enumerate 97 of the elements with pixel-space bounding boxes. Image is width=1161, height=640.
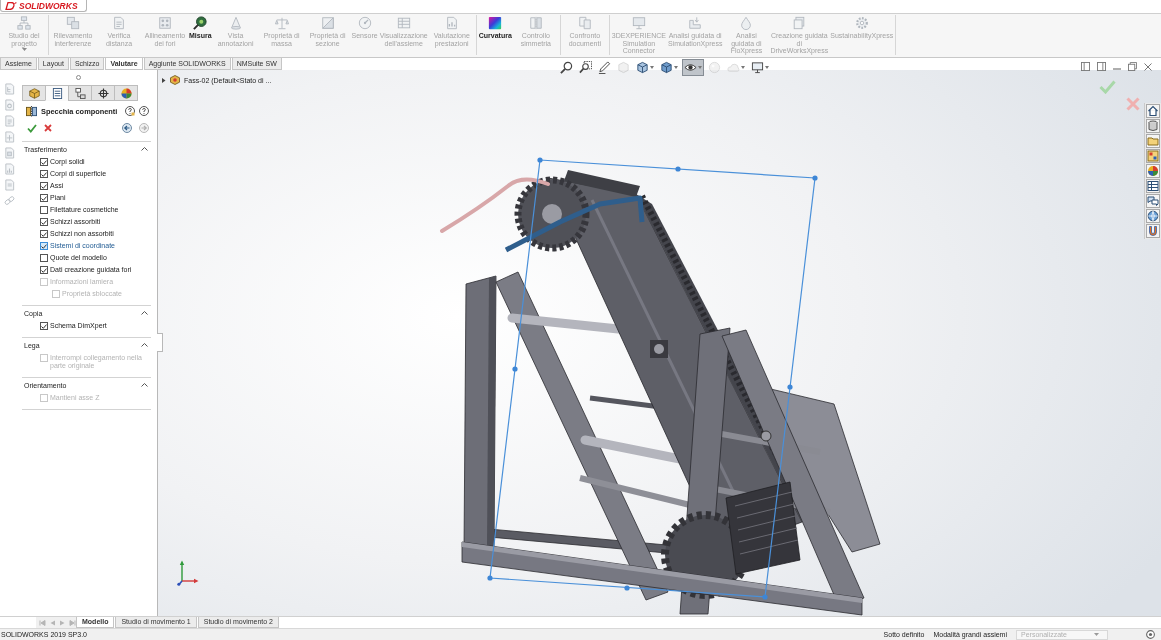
monitor-icon: [631, 16, 646, 30]
sheet-holes-icon: [158, 16, 172, 30]
bracket-arrow-icon: [688, 16, 703, 30]
cloud-icon: [727, 61, 740, 74]
panel-tab[interactable]: [45, 85, 69, 101]
close-icon[interactable]: [1144, 62, 1152, 71]
caret-down-icon: [21, 48, 27, 52]
sphere-icon: [708, 61, 721, 74]
checkbox[interactable]: [40, 230, 48, 238]
drag-handle[interactable]: [812, 175, 818, 181]
cube-outline-icon: [617, 61, 630, 74]
circle-handle-icon[interactable]: [76, 75, 81, 80]
monitor-icon: [751, 61, 764, 74]
cube-icon: [636, 61, 649, 74]
display-style-button[interactable]: [658, 59, 680, 76]
color-wheel-icon[interactable]: [1146, 164, 1160, 178]
help-icon[interactable]: [139, 106, 150, 116]
zoom-to-fit-button[interactable]: [558, 59, 575, 76]
balance-scale-icon: [274, 16, 289, 30]
ok-check-icon[interactable]: [1099, 80, 1116, 94]
caret-down-icon: [1094, 633, 1099, 636]
checkbox[interactable]: [40, 194, 48, 202]
hide-show-button[interactable]: [682, 59, 704, 76]
view-settings-button[interactable]: [749, 59, 771, 76]
logo-wordmark: SOLIDWORKS: [19, 0, 78, 11]
document-icon: [112, 16, 126, 30]
color-ball-icon: [120, 87, 132, 99]
checkbox[interactable]: [40, 242, 48, 250]
overlapping-boxes-icon: [66, 16, 80, 30]
collapse-triangle-icon[interactable]: [161, 77, 166, 83]
gradient-square-icon: [488, 16, 503, 30]
chevron-up-icon[interactable]: [141, 311, 148, 315]
drag-handle[interactable]: [624, 585, 630, 591]
checkbox[interactable]: [40, 170, 48, 178]
previous-view-button[interactable]: [596, 59, 613, 76]
view-orientation-button[interactable]: [634, 59, 656, 76]
mirror-components-icon: [26, 105, 37, 117]
bearing-block: [650, 340, 668, 358]
help-book-icon[interactable]: [125, 106, 136, 116]
zoom-area-button[interactable]: [577, 59, 594, 76]
flowchart-icon: [17, 16, 31, 30]
ok-check-icon[interactable]: [27, 123, 37, 133]
cut-square-icon: [320, 16, 335, 30]
panel-tab[interactable]: [68, 85, 92, 101]
horseshoe-icon[interactable]: [1146, 224, 1160, 238]
checkbox[interactable]: [40, 254, 48, 262]
drag-handle[interactable]: [512, 366, 518, 372]
eye-icon: [684, 61, 697, 74]
panel-tab[interactable]: [114, 85, 138, 101]
drag-handle[interactable]: [762, 594, 768, 600]
assembly-icon: [170, 75, 180, 85]
drag-handle[interactable]: [675, 166, 681, 172]
tile-right-icon[interactable]: [1097, 62, 1106, 71]
ds-logo-icon: [5, 1, 17, 10]
drag-handle[interactable]: [487, 575, 493, 581]
dial-icon: [357, 16, 372, 30]
bearing-hub: [760, 430, 772, 442]
checkbox[interactable]: [40, 218, 48, 226]
checkbox[interactable]: [40, 182, 48, 190]
drag-handle[interactable]: [787, 384, 793, 390]
home-icon[interactable]: [1146, 104, 1160, 118]
palette-grid-icon[interactable]: [1146, 149, 1160, 163]
restore-icon[interactable]: [1128, 62, 1137, 71]
crosshair-icon: [97, 87, 109, 99]
cancel-icon[interactable]: [44, 124, 52, 132]
cube-icon: [660, 61, 673, 74]
tape-measure-icon: [193, 16, 208, 30]
checkbox[interactable]: [40, 206, 48, 214]
stacked-sheets-icon: [792, 16, 807, 30]
configuration-tree-icon: [74, 87, 86, 99]
table-icon[interactable]: [1146, 179, 1160, 193]
chevron-up-icon[interactable]: [141, 147, 148, 151]
tile-left-icon[interactable]: [1081, 62, 1090, 71]
panel-collapse-handle[interactable]: [157, 333, 163, 352]
chevron-up-icon[interactable]: [141, 383, 148, 387]
back-arrow-icon[interactable]: [122, 123, 132, 133]
globe-icon[interactable]: [1146, 209, 1160, 223]
cube-icon: [28, 87, 40, 99]
gear-icon: [854, 16, 869, 30]
table-icon: [396, 16, 411, 30]
chat-bubbles-icon[interactable]: [1146, 194, 1160, 208]
document-pair-icon: [577, 16, 592, 30]
folder-icon[interactable]: [1146, 134, 1160, 148]
cone-icon: [228, 16, 243, 30]
drag-handle[interactable]: [537, 157, 543, 163]
document-chart-icon: [444, 16, 459, 30]
list-icon: [51, 87, 63, 99]
mirrored-sheets-icon: [528, 16, 543, 30]
droplet-icon: [739, 16, 754, 30]
axis-triad-icon: [177, 560, 199, 586]
checkbox[interactable]: [40, 266, 48, 274]
ring-icon[interactable]: [1146, 630, 1155, 639]
cylinder-stack-icon[interactable]: [1146, 119, 1160, 133]
checkbox[interactable]: [40, 158, 48, 166]
checkbox[interactable]: [40, 322, 48, 330]
panel-tab[interactable]: [91, 85, 115, 101]
chevron-up-icon[interactable]: [141, 343, 148, 347]
